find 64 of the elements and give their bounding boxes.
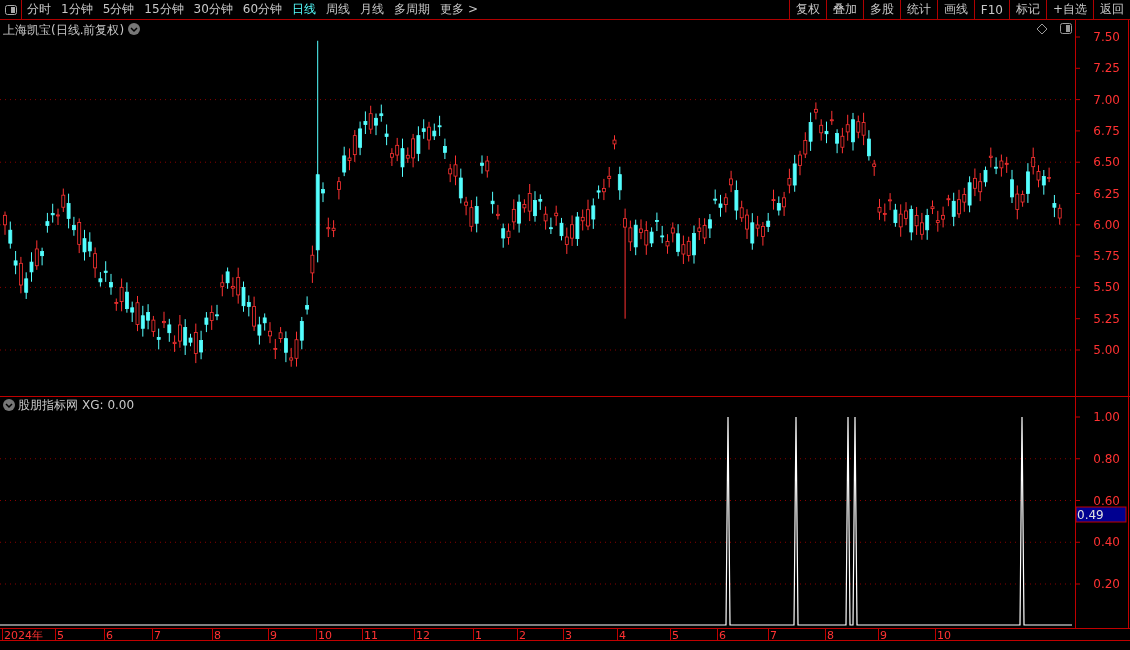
indicator-axis-label: 0.20 xyxy=(1093,577,1120,591)
panel-toggle-icon[interactable] xyxy=(1060,23,1072,34)
panel-toggle-icon xyxy=(4,4,17,15)
period-tab[interactable]: 多周期 xyxy=(389,0,436,19)
price-axis-label: 5.75 xyxy=(1093,249,1120,264)
time-axis-label: 8 xyxy=(827,629,834,642)
period-tab[interactable]: 周线 xyxy=(321,0,356,19)
toolbar-button[interactable]: 多股 xyxy=(862,0,900,19)
indicator-axis-label: 0.60 xyxy=(1093,493,1120,508)
price-axis-label: 6.50 xyxy=(1093,155,1120,170)
indicator-axis-label: 0.40 xyxy=(1093,535,1120,550)
toolbar-button[interactable]: F10 xyxy=(973,0,1009,19)
period-tab[interactable]: 15分钟 xyxy=(139,0,189,19)
toolbar-button[interactable]: +自选 xyxy=(1045,0,1093,19)
period-tab[interactable]: 1分钟 xyxy=(56,0,98,19)
chart-title: 上海凯宝(日线.前复权) xyxy=(3,23,125,37)
time-axis-label: 2 xyxy=(519,629,526,642)
period-tab[interactable]: 更多 > xyxy=(435,0,483,19)
period-tab[interactable]: 60分钟 xyxy=(237,0,288,19)
indicator-title: 股朋指标网 xyxy=(18,398,78,412)
time-axis-label: 5 xyxy=(672,629,679,642)
time-axis-label: 12 xyxy=(416,629,430,642)
toolbar-button[interactable]: 返回 xyxy=(1093,0,1130,19)
indicator-readout: XG: 0.00 xyxy=(82,398,135,412)
time-axis-label: 7 xyxy=(770,629,777,642)
period-tab[interactable]: 30分钟 xyxy=(188,0,238,19)
time-axis-label: 4 xyxy=(619,629,626,642)
value-marker-label: 0.49 xyxy=(1077,508,1104,522)
price-axis-label: 5.50 xyxy=(1093,280,1120,295)
toolbar-button[interactable]: 画线 xyxy=(936,0,974,19)
price-axis-label: 5.25 xyxy=(1093,311,1120,326)
toolbar-button[interactable]: 标记 xyxy=(1008,0,1046,19)
dropdown-icon[interactable] xyxy=(3,399,15,411)
price-axis-label: 6.25 xyxy=(1093,186,1120,201)
time-axis-label: 10 xyxy=(937,629,951,642)
period-tab[interactable]: 分时 xyxy=(22,0,56,19)
time-axis-label: 6 xyxy=(719,629,726,642)
time-axis-label: 11 xyxy=(364,629,378,642)
time-axis-label: 3 xyxy=(565,629,572,642)
time-axis-label: 5 xyxy=(57,629,64,642)
time-axis-label: 7 xyxy=(154,629,161,642)
time-axis-label: 10 xyxy=(318,629,332,642)
time-axis-label: 2024年 xyxy=(4,629,43,642)
price-axis-label: 7.25 xyxy=(1093,61,1120,76)
period-tab[interactable]: 月线 xyxy=(355,0,390,19)
indicator-axis-label: 1.00 xyxy=(1093,410,1120,424)
dropdown-icon[interactable] xyxy=(128,23,140,35)
price-axis-label: 5.00 xyxy=(1093,343,1120,357)
time-axis-label: 6 xyxy=(106,629,113,642)
price-axis-label: 6.75 xyxy=(1093,123,1120,138)
time-axis-label: 8 xyxy=(214,629,221,642)
toolbar-button[interactable]: 统计 xyxy=(899,0,937,19)
diamond-icon[interactable] xyxy=(1036,23,1048,35)
toolbar-button[interactable]: 复权 xyxy=(788,0,826,19)
toolbar-button[interactable]: 叠加 xyxy=(825,0,863,19)
time-axis-label: 1 xyxy=(475,629,482,642)
price-axis-label: 7.50 xyxy=(1093,30,1120,44)
price-axis-label: 6.00 xyxy=(1093,217,1120,232)
time-axis-label: 9 xyxy=(880,629,887,642)
period-tab[interactable]: 日线 xyxy=(287,0,322,19)
period-tab[interactable]: 5分钟 xyxy=(97,0,140,19)
time-axis-label: 9 xyxy=(270,629,277,642)
price-axis-label: 7.00 xyxy=(1093,92,1120,107)
indicator-axis-label: 0.80 xyxy=(1093,451,1120,466)
